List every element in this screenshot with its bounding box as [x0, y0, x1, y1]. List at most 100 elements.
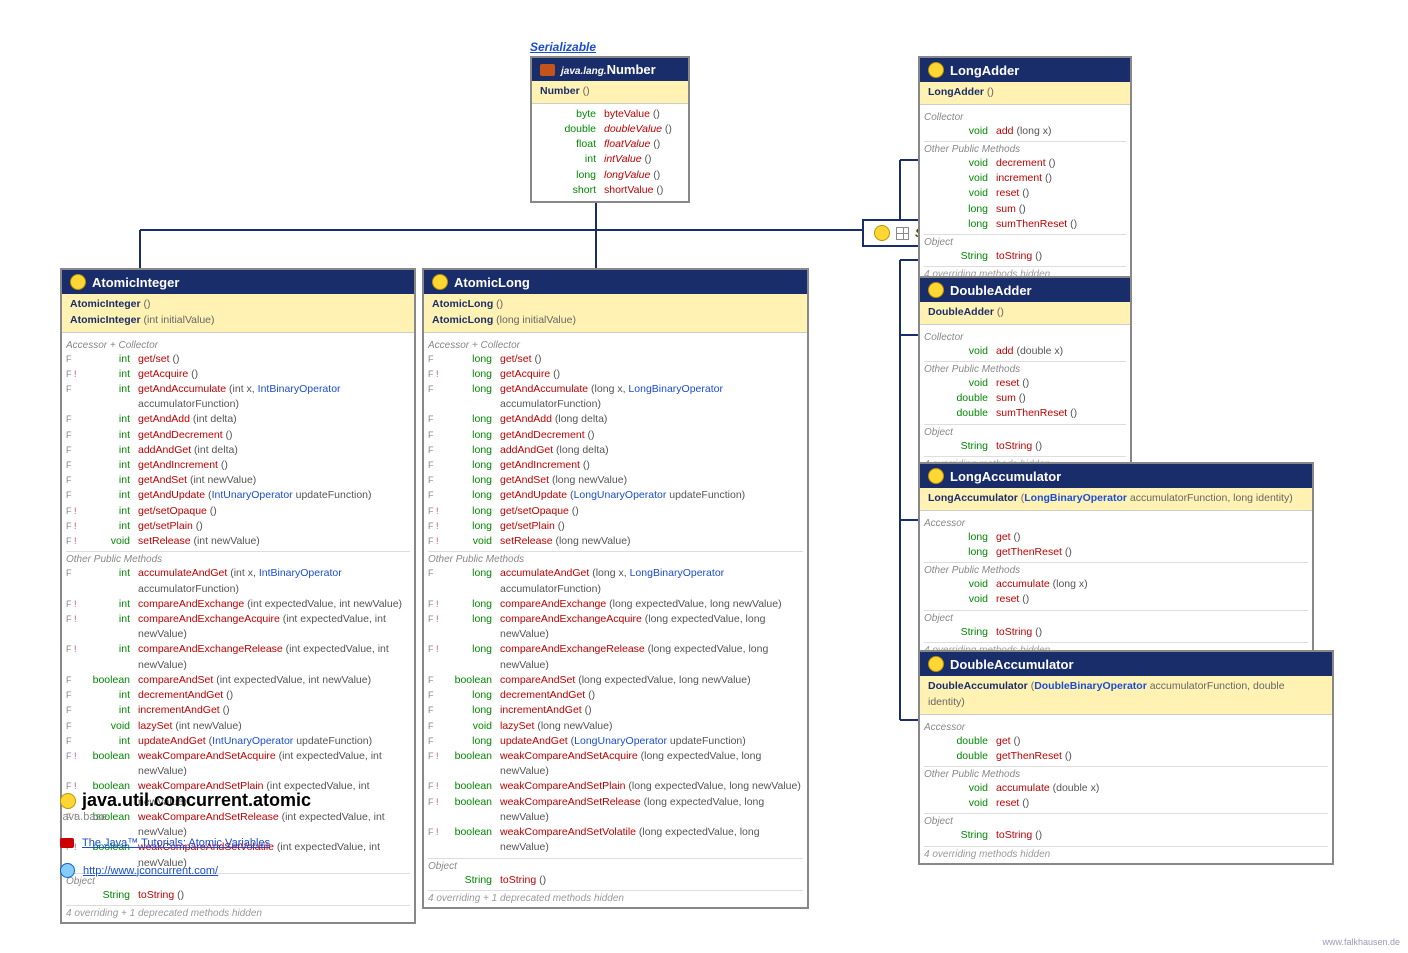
method-row: F !longcompareAndExchangeAcquire (long e… — [428, 612, 803, 642]
method-row: doublegetThenReset () — [924, 749, 1328, 764]
method-row: FlongincrementAndGet () — [428, 703, 803, 718]
class-double-accumulator: DoubleAccumulator DoubleAccumulator (Dou… — [918, 650, 1334, 865]
method-row: FintincrementAndGet () — [66, 703, 410, 718]
class-icon — [874, 225, 890, 241]
method-row: F !booleanweakCompareAndSetRelease (long… — [428, 795, 803, 825]
class-icon — [928, 656, 944, 672]
method-row: FlongaddAndGet (long delta) — [428, 443, 803, 458]
method-row: FlonggetAndDecrement () — [428, 428, 803, 443]
method-row: longgetThenReset () — [924, 545, 1308, 560]
method-row: F !intget/setPlain () — [66, 519, 410, 534]
jconcurrent-link[interactable]: http://www.jconcurrent.com/ — [60, 863, 311, 878]
method-row: StringtoString () — [924, 625, 1308, 640]
class-long-adder: LongAdder LongAdder () Collectorvoidadd … — [918, 56, 1132, 285]
method-row: StringtoString () — [924, 439, 1126, 454]
method-row: F !intcompareAndExchangeRelease (int exp… — [66, 642, 410, 672]
method-row: F !voidsetRelease (long newValue) — [428, 534, 803, 549]
method-row: voidaccumulate (long x) — [924, 577, 1308, 592]
globe-icon — [60, 863, 75, 878]
watermark: www.falkhausen.de — [1322, 937, 1400, 947]
method-row: F !intgetAcquire () — [66, 367, 410, 382]
method-row: F !longget/setOpaque () — [428, 504, 803, 519]
method-row: doubledoubleValue () — [536, 122, 684, 137]
method-row: voidreset () — [924, 376, 1126, 391]
java-icon — [540, 64, 555, 76]
class-icon — [928, 282, 944, 298]
package-label: java.util.concurrent.atomic java.base Th… — [60, 790, 311, 878]
method-row: F !voidsetRelease (int newValue) — [66, 534, 410, 549]
serializable-link[interactable]: Serializable — [530, 40, 596, 54]
method-row: voidadd (double x) — [924, 344, 1126, 359]
oracle-icon — [60, 838, 74, 848]
package-private-icon — [896, 227, 909, 240]
class-double-adder: DoubleAdder DoubleAdder () Collectorvoid… — [918, 276, 1132, 475]
method-row: StringtoString () — [66, 888, 410, 903]
class-number: java.lang.Number Number () bytebyteValue… — [530, 56, 690, 203]
method-row: FvoidlazySet (int newValue) — [66, 719, 410, 734]
method-row: longsumThenReset () — [924, 217, 1126, 232]
method-row: voidincrement () — [924, 171, 1126, 186]
method-row: bytebyteValue () — [536, 107, 684, 122]
method-row: FvoidlazySet (long newValue) — [428, 719, 803, 734]
method-row: StringtoString () — [924, 249, 1126, 264]
method-row: FlonggetAndUpdate (LongUnaryOperator upd… — [428, 488, 803, 503]
method-row: FlonggetAndAccumulate (long x, LongBinar… — [428, 382, 803, 412]
method-row: FintdecrementAndGet () — [66, 688, 410, 703]
method-row: FintaccumulateAndGet (int x, IntBinaryOp… — [66, 566, 410, 596]
method-row: FlongupdateAndGet (LongUnaryOperator upd… — [428, 734, 803, 749]
method-row: longget () — [924, 530, 1308, 545]
method-row: FintgetAndAccumulate (int x, IntBinaryOp… — [66, 382, 410, 412]
tutorial-link[interactable]: The Java™ Tutorials: Atomic Variables — [60, 837, 311, 849]
method-row: Fintget/set () — [66, 352, 410, 367]
method-row: FbooleancompareAndSet (int expectedValue… — [66, 673, 410, 688]
method-row: FbooleancompareAndSet (long expectedValu… — [428, 673, 803, 688]
class-icon — [432, 274, 448, 290]
method-row: shortshortValue () — [536, 183, 684, 198]
class-long-accumulator: LongAccumulator LongAccumulator (LongBin… — [918, 462, 1314, 661]
method-row: FlonggetAndAdd (long delta) — [428, 412, 803, 427]
class-icon — [70, 274, 86, 290]
method-row: F !intcompareAndExchangeAcquire (int exp… — [66, 612, 410, 642]
method-row: F !booleanweakCompareAndSetPlain (long e… — [428, 779, 803, 794]
method-row: voidreset () — [924, 796, 1328, 811]
method-row: StringtoString () — [924, 828, 1328, 843]
method-row: doublesum () — [924, 391, 1126, 406]
method-row: voidaccumulate (double x) — [924, 781, 1328, 796]
method-row: F !intget/setOpaque () — [66, 504, 410, 519]
method-row: Flongget/set () — [428, 352, 803, 367]
method-row: F !longgetAcquire () — [428, 367, 803, 382]
method-row: F !booleanweakCompareAndSetAcquire (int … — [66, 749, 410, 779]
method-row: doubleget () — [924, 734, 1328, 749]
class-atomic-long: AtomicLong AtomicLong ()AtomicLong (long… — [422, 268, 809, 909]
method-row: FintupdateAndGet (IntUnaryOperator updat… — [66, 734, 410, 749]
method-row: voidreset () — [924, 186, 1126, 201]
method-row: FlongaccumulateAndGet (long x, LongBinar… — [428, 566, 803, 596]
method-row: F !longcompareAndExchangeRelease (long e… — [428, 642, 803, 672]
class-icon — [928, 62, 944, 78]
method-row: voidadd (long x) — [924, 124, 1126, 139]
method-row: voiddecrement () — [924, 156, 1126, 171]
method-row: FlonggetAndSet (long newValue) — [428, 473, 803, 488]
method-row: longlongValue () — [536, 168, 684, 183]
method-row: F !booleanweakCompareAndSetVolatile (lon… — [428, 825, 803, 855]
method-row: FintgetAndUpdate (IntUnaryOperator updat… — [66, 488, 410, 503]
package-icon — [60, 793, 76, 809]
method-row: F !intcompareAndExchange (int expectedVa… — [66, 597, 410, 612]
method-row: floatfloatValue () — [536, 137, 684, 152]
method-row: doublesumThenReset () — [924, 406, 1126, 421]
method-row: StringtoString () — [428, 873, 803, 888]
method-row: FintgetAndDecrement () — [66, 428, 410, 443]
method-row: voidreset () — [924, 592, 1308, 607]
method-row: intintValue () — [536, 152, 684, 167]
method-row: FintgetAndSet (int newValue) — [66, 473, 410, 488]
method-row: FintaddAndGet (int delta) — [66, 443, 410, 458]
method-row: F !longget/setPlain () — [428, 519, 803, 534]
method-row: longsum () — [924, 202, 1126, 217]
class-icon — [928, 468, 944, 484]
method-row: F !booleanweakCompareAndSetAcquire (long… — [428, 749, 803, 779]
method-row: FlonggetAndIncrement () — [428, 458, 803, 473]
method-row: FintgetAndIncrement () — [66, 458, 410, 473]
method-row: F !longcompareAndExchange (long expected… — [428, 597, 803, 612]
method-row: FintgetAndAdd (int delta) — [66, 412, 410, 427]
method-row: FlongdecrementAndGet () — [428, 688, 803, 703]
